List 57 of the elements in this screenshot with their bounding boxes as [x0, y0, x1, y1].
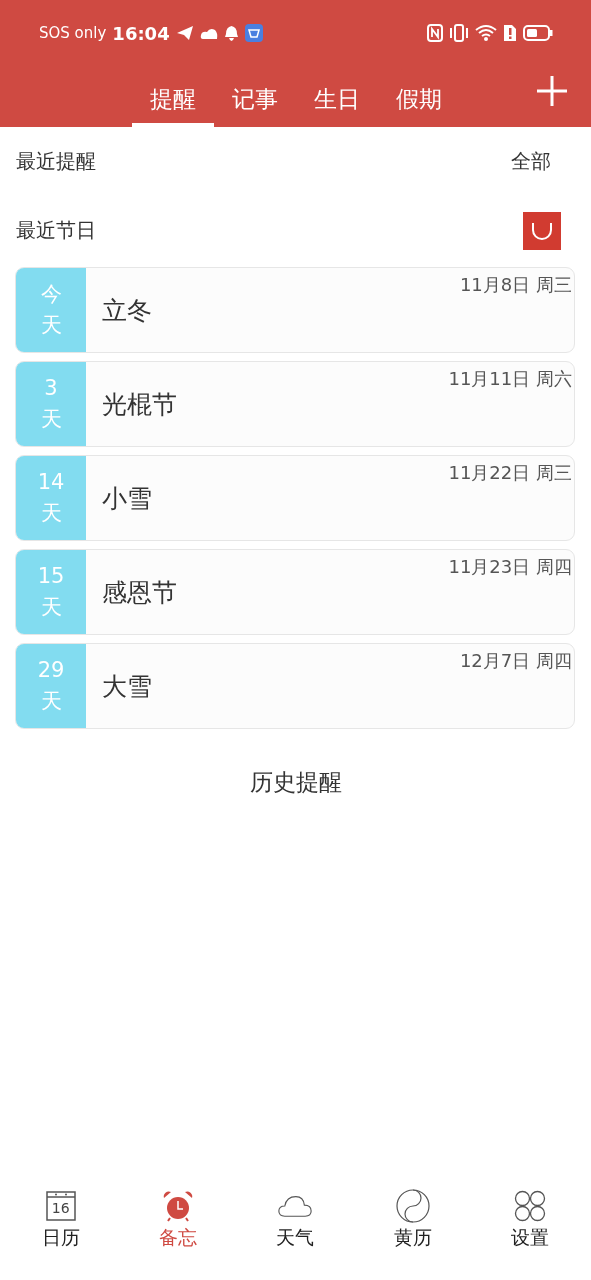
holiday-card[interactable]: 14 天 小雪 11月22日 周三 — [15, 455, 575, 541]
countdown-days: 3 — [44, 373, 58, 404]
tab[interactable]: 生日 — [295, 84, 378, 127]
status-time: 16:04 — [112, 22, 170, 44]
alarm-clock-icon — [162, 1190, 195, 1222]
holiday-card[interactable]: 15 天 感恩节 11月23日 周四 — [15, 549, 575, 635]
all-link[interactable]: 全部 — [511, 148, 551, 175]
holiday-card[interactable]: 29 天 大雪 12月7日 周四 — [15, 643, 575, 729]
app-icon — [244, 24, 263, 42]
nfc-icon — [427, 24, 443, 42]
vibrate-icon — [449, 24, 469, 42]
calendar-icon — [45, 1191, 76, 1221]
countdown-unit: 天 — [40, 406, 62, 433]
tab[interactable]: 记事 — [213, 84, 296, 127]
carrier-text: SOS only — [39, 24, 107, 42]
holiday-card[interactable]: 3 天 光棍节 11月11日 周六 — [15, 361, 575, 447]
tab[interactable]: 假期 — [377, 84, 460, 127]
section-title: 最近提醒 — [16, 148, 97, 175]
battery-icon — [523, 24, 553, 42]
add-icon[interactable] — [537, 76, 567, 106]
shop-bag-icon[interactable] — [523, 211, 561, 250]
nav-item[interactable]: 设置 — [490, 1189, 571, 1251]
cloud-icon — [278, 1193, 313, 1219]
holiday-date: 11月8日 周三 — [459, 273, 572, 297]
wifi-icon — [475, 24, 497, 42]
nav-item[interactable]: 备忘 — [138, 1189, 219, 1251]
nav-item[interactable]: 天气 — [255, 1189, 336, 1251]
history-reminders-link[interactable]: 历史提醒 — [249, 767, 342, 797]
holiday-date: 11月11日 周六 — [448, 367, 572, 391]
sim-alert-icon — [503, 24, 517, 42]
yin-yang-icon — [395, 1189, 430, 1223]
nav-item[interactable]: 16 日历 — [20, 1189, 101, 1251]
holiday-name: 光棍节 — [102, 388, 177, 421]
holiday-name: 立冬 — [102, 294, 152, 327]
holiday-name: 小雪 — [102, 482, 152, 515]
nav-item[interactable]: 黄历 — [372, 1189, 453, 1251]
section-title: 最近节日 — [16, 217, 97, 244]
countdown-days: 今 — [40, 279, 62, 310]
tab[interactable]: 提醒 — [131, 84, 214, 127]
calendar-day-number: 16 — [51, 1200, 70, 1216]
send-icon — [175, 25, 194, 41]
bell-icon — [223, 25, 239, 41]
countdown-days: 15 — [37, 561, 65, 592]
countdown-days: 14 — [37, 467, 65, 498]
cloud-icon — [199, 26, 218, 40]
holiday-name: 感恩节 — [102, 576, 177, 609]
holiday-date: 11月22日 周三 — [448, 461, 572, 485]
countdown-unit: 天 — [40, 312, 62, 339]
holiday-card[interactable]: 今 天 立冬 11月8日 周三 — [15, 267, 575, 353]
countdown-days: 29 — [37, 655, 65, 686]
grid-icon — [514, 1190, 547, 1222]
holiday-date: 11月23日 周四 — [448, 555, 572, 579]
countdown-unit: 天 — [40, 688, 62, 715]
countdown-unit: 天 — [40, 500, 62, 527]
countdown-unit: 天 — [40, 594, 62, 621]
holiday-date: 12月7日 周四 — [459, 649, 572, 673]
holiday-name: 大雪 — [102, 670, 152, 703]
